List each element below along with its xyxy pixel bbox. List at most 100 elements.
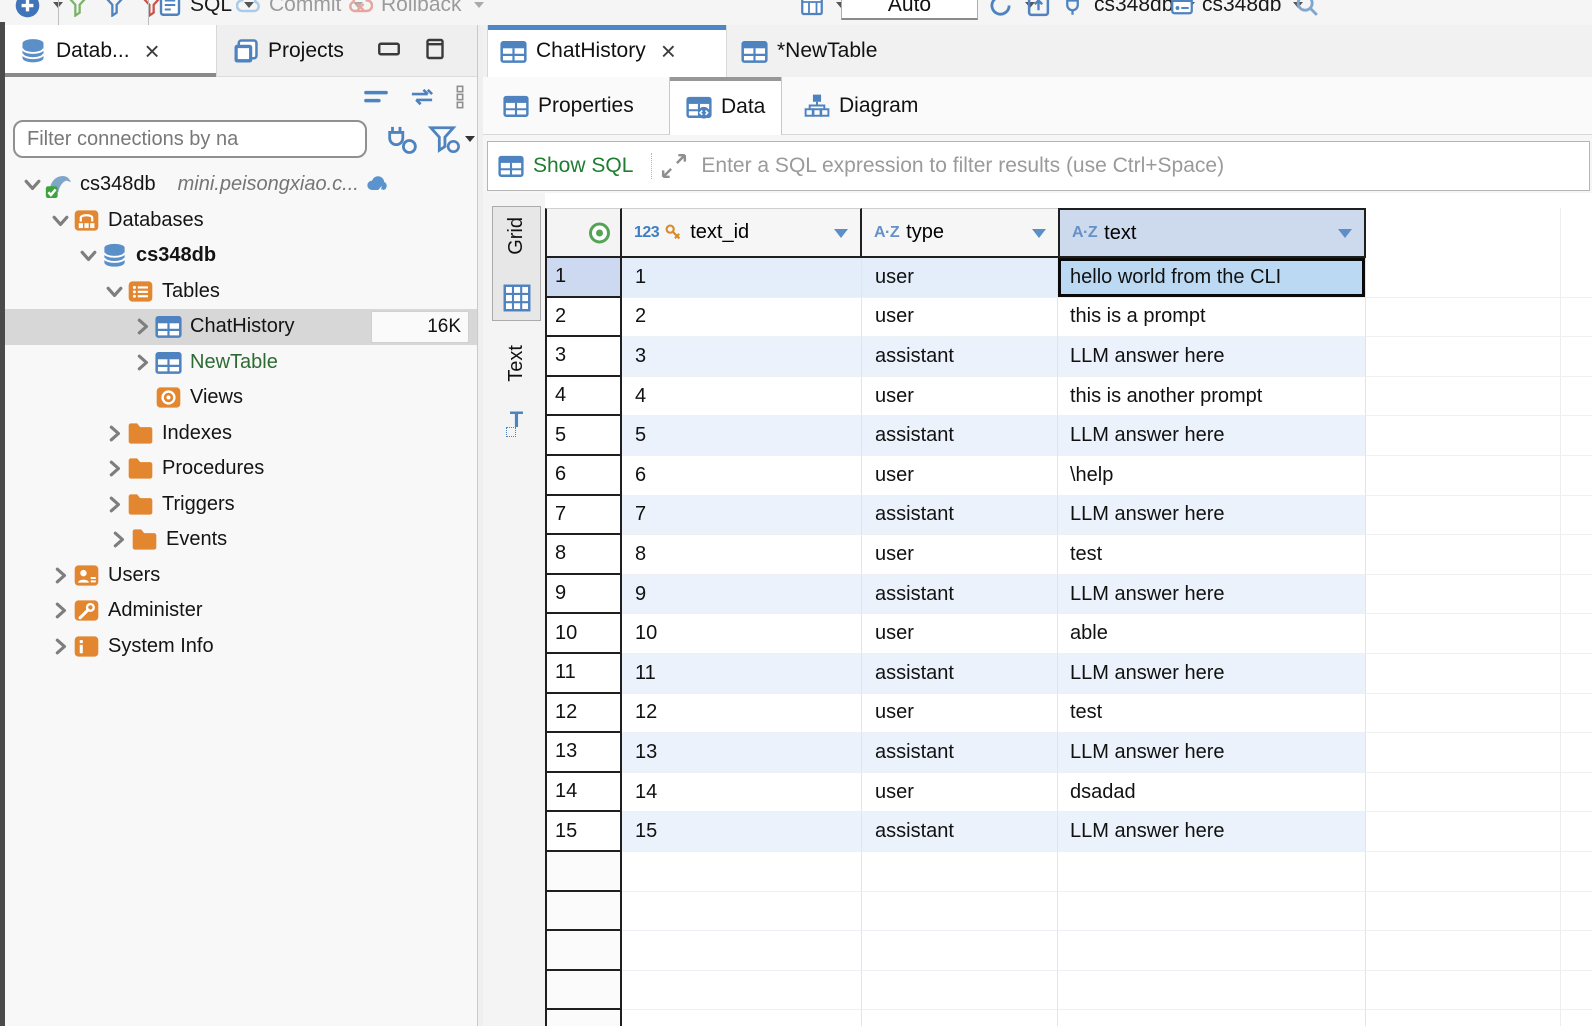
cell[interactable]: user xyxy=(862,535,1058,575)
column-header-text[interactable]: A·Z text xyxy=(1058,208,1366,258)
chevron-right-icon[interactable] xyxy=(47,562,73,588)
tree-item-tables[interactable]: Tables xyxy=(5,274,477,310)
cell[interactable] xyxy=(622,892,862,932)
cell[interactable]: dsadad xyxy=(1058,773,1366,813)
row-number[interactable]: 9 xyxy=(545,575,622,615)
cell[interactable]: LLM answer here xyxy=(1058,575,1366,615)
close-icon[interactable]: × xyxy=(145,38,160,64)
cell[interactable]: 1 xyxy=(622,258,862,298)
cell[interactable]: 11 xyxy=(622,654,862,694)
transaction-log-button[interactable] xyxy=(800,0,846,25)
tree-item-newtable[interactable]: NewTable xyxy=(5,345,477,381)
cell[interactable] xyxy=(862,1010,1058,1026)
tree-item-database-cs348db[interactable]: cs348db xyxy=(5,238,477,274)
tab-properties[interactable]: Properties xyxy=(487,77,650,135)
tree-item-users[interactable]: Users xyxy=(5,558,477,594)
commit-button[interactable]: Commit xyxy=(236,0,363,25)
search-button[interactable] xyxy=(1295,0,1320,25)
cell[interactable]: assistant xyxy=(862,654,1058,694)
column-menu-icon[interactable] xyxy=(1032,229,1046,238)
chevron-right-icon[interactable] xyxy=(101,491,127,517)
tree-item-connection-cs348db[interactable]: cs348db mini.peisongxiao.c... xyxy=(5,167,477,203)
cell[interactable]: 7 xyxy=(622,496,862,536)
cell[interactable]: assistant xyxy=(862,337,1058,377)
chevron-right-icon[interactable] xyxy=(101,456,127,482)
cell[interactable]: 2 xyxy=(622,298,862,338)
cell[interactable]: user xyxy=(862,456,1058,496)
active-schema-selector[interactable]: cs348db xyxy=(1170,0,1303,25)
row-number[interactable]: 12 xyxy=(545,694,622,734)
close-icon[interactable]: × xyxy=(661,38,676,64)
cell[interactable]: assistant xyxy=(862,733,1058,773)
column-menu-icon[interactable] xyxy=(1338,229,1352,238)
tree-item-chathistory[interactable]: ChatHistory 16K xyxy=(5,309,477,345)
chevron-right-icon[interactable] xyxy=(105,527,131,553)
cell[interactable]: this is a prompt xyxy=(1058,298,1366,338)
cell[interactable]: 6 xyxy=(622,456,862,496)
cell[interactable] xyxy=(1058,1010,1366,1026)
cell[interactable]: assistant xyxy=(862,575,1058,615)
collapse-all-icon[interactable] xyxy=(363,86,389,108)
row-number[interactable]: 3 xyxy=(545,337,622,377)
tree-item-events[interactable]: Events xyxy=(5,522,477,558)
cell[interactable] xyxy=(862,852,1058,892)
cell[interactable] xyxy=(1058,971,1366,1011)
cell[interactable]: LLM answer here xyxy=(1058,416,1366,456)
cell[interactable]: LLM answer here xyxy=(1058,654,1366,694)
cell[interactable]: user xyxy=(862,258,1058,298)
cell[interactable] xyxy=(1058,931,1366,971)
tab-data[interactable]: Data xyxy=(669,77,782,136)
maximize-icon[interactable] xyxy=(423,37,447,61)
cell[interactable]: this is another prompt xyxy=(1058,377,1366,417)
column-header-text-id[interactable]: 123 text_id xyxy=(622,208,862,258)
cell[interactable]: user xyxy=(862,614,1058,654)
tree-item-indexes[interactable]: Indexes xyxy=(5,416,477,452)
export-button[interactable] xyxy=(1026,0,1051,25)
row-number[interactable]: 10 xyxy=(545,614,622,654)
tree-item-triggers[interactable]: Triggers xyxy=(5,487,477,523)
cell[interactable] xyxy=(862,931,1058,971)
tab-chathistory[interactable]: ChatHistory × xyxy=(487,25,727,77)
cell[interactable]: test xyxy=(1058,535,1366,575)
cell[interactable]: 10 xyxy=(622,614,862,654)
cell[interactable]: assistant xyxy=(862,812,1058,852)
cell[interactable] xyxy=(622,931,862,971)
row-number[interactable] xyxy=(545,1010,622,1026)
commit-mode-combobox[interactable]: Auto xyxy=(841,0,978,20)
minimize-icon[interactable] xyxy=(377,37,401,61)
chevron-expanded-icon[interactable] xyxy=(75,243,101,269)
chevron-expanded-icon[interactable] xyxy=(47,207,73,233)
row-number[interactable]: 7 xyxy=(545,496,622,536)
cell[interactable]: assistant xyxy=(862,416,1058,456)
chevron-down-icon[interactable] xyxy=(465,136,475,142)
filter-edit-icon[interactable] xyxy=(103,0,126,17)
row-number[interactable]: 1 xyxy=(545,258,622,298)
tree-item-views[interactable]: Views xyxy=(5,380,477,416)
chevron-expanded-icon[interactable] xyxy=(19,172,45,198)
cell[interactable]: 9 xyxy=(622,575,862,615)
tab-newtable[interactable]: *NewTable xyxy=(729,25,889,77)
cell[interactable]: able xyxy=(1058,614,1366,654)
column-menu-icon[interactable] xyxy=(834,229,848,238)
cell[interactable]: 8 xyxy=(622,535,862,575)
cell[interactable]: user xyxy=(862,298,1058,338)
link-with-editor-icon[interactable] xyxy=(409,86,435,108)
row-number[interactable]: 13 xyxy=(545,733,622,773)
cell[interactable]: user xyxy=(862,773,1058,813)
row-number[interactable]: 5 xyxy=(545,416,622,456)
tree-item-procedures[interactable]: Procedures xyxy=(5,451,477,487)
cell[interactable]: LLM answer here xyxy=(1058,733,1366,773)
selected-cell[interactable]: hello world from the CLI xyxy=(1058,258,1366,298)
cell[interactable] xyxy=(862,971,1058,1011)
row-number[interactable]: 8 xyxy=(545,535,622,575)
tab-grid-presentation[interactable]: Grid xyxy=(492,206,541,321)
show-sql-button[interactable]: Show SQL xyxy=(533,154,633,178)
tree-item-administer[interactable]: Administer xyxy=(5,593,477,629)
chevron-right-icon[interactable] xyxy=(129,314,155,340)
column-header-type[interactable]: A·Z type xyxy=(862,208,1058,258)
tab-text-presentation[interactable]: Text T xyxy=(492,335,541,439)
row-number[interactable]: 15 xyxy=(545,812,622,852)
filter-connections-input[interactable] xyxy=(13,120,367,158)
cell[interactable]: 3 xyxy=(622,337,862,377)
cell[interactable] xyxy=(1058,852,1366,892)
